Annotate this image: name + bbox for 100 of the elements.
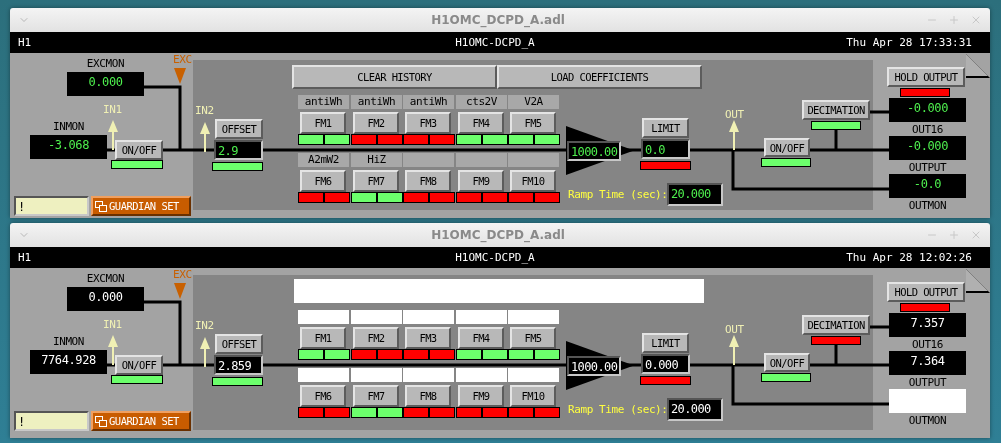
- windows-icon: [95, 415, 107, 427]
- readout-display: 0.000: [67, 287, 144, 311]
- filter-button[interactable]: FM8: [405, 170, 451, 192]
- readout-label: INMON: [51, 335, 86, 349]
- filter-label: cts2V: [456, 95, 507, 109]
- filter-button[interactable]: FM8: [405, 385, 451, 407]
- screen-name: H1OMC-DCPD_A: [455, 251, 535, 264]
- hold-output-button[interactable]: HOLD OUTPUT: [887, 282, 965, 302]
- filter-label: antiWh: [351, 95, 402, 109]
- windows-icon: [95, 200, 107, 212]
- up-arrow-icon: [108, 120, 118, 150]
- clear-history-button[interactable]: CLEAR HISTORY: [292, 65, 497, 89]
- filter-button[interactable]: FM3: [405, 112, 451, 134]
- filter-button[interactable]: FM6: [300, 385, 346, 407]
- up-arrow-icon: [729, 335, 739, 365]
- down-triangle-icon: [174, 68, 186, 84]
- guardian-set-button[interactable]: GUARDIAN SET: [91, 411, 191, 431]
- up-arrow-icon: [200, 337, 210, 367]
- readout-label: OUT16: [910, 338, 945, 352]
- maximize-icon[interactable]: [948, 14, 960, 26]
- limit-field[interactable]: 0.000: [641, 354, 690, 374]
- load-coefficients-button[interactable]: LOAD COEFFICIENTS: [497, 65, 702, 89]
- site-label: H1: [18, 251, 32, 264]
- offset-button[interactable]: OFFSET: [215, 334, 263, 354]
- readout-display: -3.068: [30, 135, 107, 159]
- on-off-button[interactable]: ON/OFF: [115, 355, 163, 375]
- window-title: H1OMC_DCPD_A.adl: [430, 13, 566, 27]
- readout-display: 7.364: [889, 351, 966, 375]
- readout-display: 7764.928: [30, 350, 107, 374]
- decimation-button[interactable]: DECIMATION: [802, 315, 870, 335]
- window-title: H1OMC_DCPD_A.adl: [430, 228, 566, 242]
- filter-button[interactable]: FM7: [353, 385, 399, 407]
- port-label: EXC: [173, 268, 192, 282]
- on-off-button[interactable]: ON/OFF: [764, 353, 810, 372]
- ramp-time-field[interactable]: 20.000: [667, 398, 723, 421]
- limit-button[interactable]: LIMIT: [642, 333, 689, 353]
- ramp-time-field[interactable]: 20.000: [667, 183, 723, 206]
- gain-field[interactable]: 1000.00: [567, 141, 621, 161]
- port-label: IN2: [195, 104, 214, 118]
- hold-output-button[interactable]: HOLD OUTPUT: [887, 67, 965, 87]
- decimation-button[interactable]: DECIMATION: [802, 100, 870, 120]
- maximize-icon[interactable]: [948, 229, 960, 241]
- filter-button[interactable]: FM1: [300, 112, 346, 134]
- close-icon[interactable]: [970, 229, 982, 241]
- screen-name: H1OMC-DCPD_A: [455, 36, 535, 49]
- limit-button[interactable]: LIMIT: [642, 118, 689, 138]
- filter-button[interactable]: FM7: [353, 170, 399, 192]
- filter-button[interactable]: FM5: [510, 327, 556, 349]
- filter-label: HiZ: [351, 153, 402, 167]
- on-off-button[interactable]: ON/OFF: [764, 138, 810, 157]
- port-label: IN1: [103, 318, 122, 332]
- filter-button[interactable]: FM5: [510, 112, 556, 134]
- filter-label: antiWh: [298, 95, 349, 109]
- filter-button[interactable]: FM10: [510, 170, 556, 192]
- readout-label: OUTMON: [907, 414, 948, 428]
- filter-button[interactable]: FM3: [405, 327, 451, 349]
- port-label: EXC: [173, 53, 192, 67]
- message-field[interactable]: !: [14, 196, 89, 216]
- offset-field[interactable]: 2.859: [214, 355, 263, 375]
- port-label: IN1: [103, 103, 122, 117]
- filter-button[interactable]: FM9: [458, 385, 504, 407]
- readout-label: OUTMON: [907, 199, 948, 213]
- readout-display: 0.000: [67, 72, 144, 96]
- readout-label: OUTPUT: [907, 376, 948, 390]
- filter-button[interactable]: FM4: [458, 112, 504, 134]
- up-arrow-icon: [729, 120, 739, 150]
- close-icon[interactable]: [970, 14, 982, 26]
- guardian-set-button[interactable]: GUARDIAN SET: [91, 196, 191, 216]
- filter-label: A2mW2: [298, 153, 349, 167]
- readout-label: OUT16: [910, 123, 945, 137]
- port-label: OUT: [725, 323, 744, 337]
- port-label: IN2: [195, 319, 214, 333]
- date-time: Thu Apr 28 12:02:26: [846, 251, 972, 264]
- filter-button[interactable]: FM4: [458, 327, 504, 349]
- site-label: H1: [18, 36, 32, 49]
- readout-label: OUTPUT: [907, 161, 948, 175]
- filter-button[interactable]: FM10: [510, 385, 556, 407]
- limit-field[interactable]: 0.0: [641, 139, 690, 159]
- filter-button[interactable]: FM1: [300, 327, 346, 349]
- gain-field[interactable]: 1000.00: [567, 356, 621, 376]
- ramp-time-label: Ramp Time (sec):: [568, 188, 668, 202]
- filter-button[interactable]: FM9: [458, 170, 504, 192]
- filter-button[interactable]: FM2: [353, 327, 399, 349]
- filter-button[interactable]: FM2: [353, 112, 399, 134]
- offset-field[interactable]: 2.9: [214, 140, 263, 160]
- up-arrow-icon: [108, 335, 118, 365]
- message-field[interactable]: !: [14, 411, 89, 431]
- filter-label: antiWh: [403, 95, 454, 109]
- port-label: OUT: [725, 108, 744, 122]
- filter-label: V2A: [508, 95, 559, 109]
- readout-display: 7.357: [889, 313, 966, 337]
- readout-display: -0.000: [889, 98, 966, 122]
- readout-label: EXCMON: [85, 57, 126, 71]
- offset-button[interactable]: OFFSET: [215, 119, 263, 139]
- filter-button[interactable]: FM6: [300, 170, 346, 192]
- ramp-time-label: Ramp Time (sec):: [568, 403, 668, 417]
- date-time: Thu Apr 28 17:33:31: [846, 36, 972, 49]
- readout-label: EXCMON: [85, 272, 126, 286]
- on-off-button[interactable]: ON/OFF: [115, 140, 163, 160]
- up-arrow-icon: [200, 122, 210, 152]
